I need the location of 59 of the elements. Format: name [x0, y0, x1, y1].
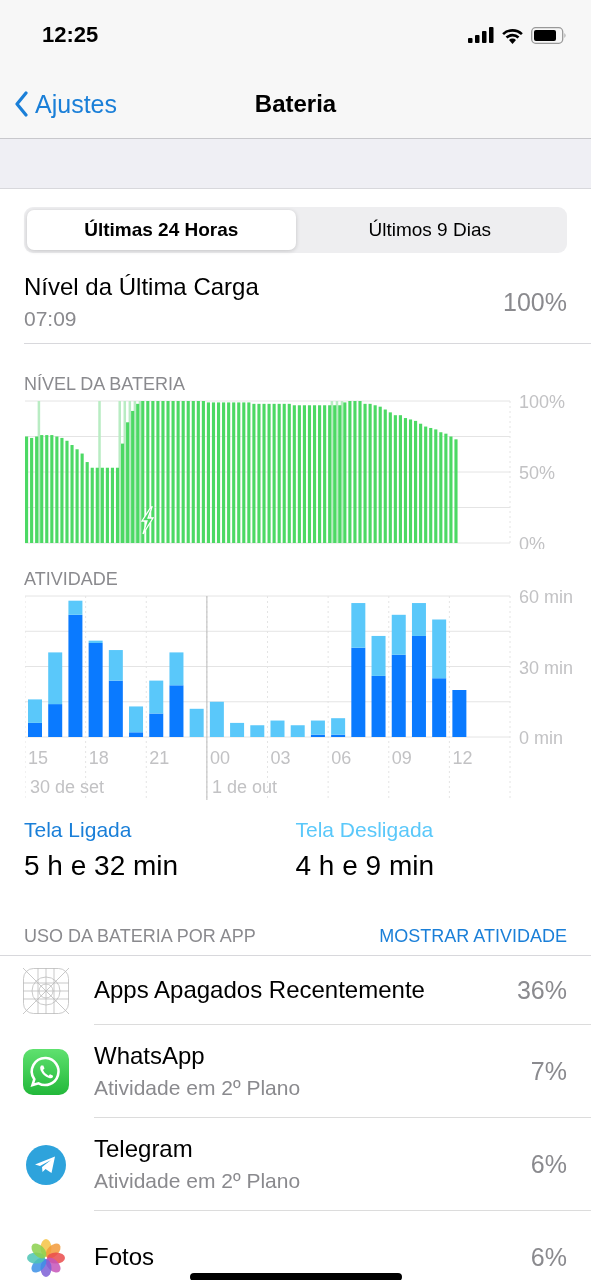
activity-bar: [270, 720, 285, 737]
signal-icon: [468, 27, 494, 43]
back-link[interactable]: Ajustes: [0, 89, 117, 119]
app-percent: 7%: [530, 1056, 567, 1086]
section-header: USO DA BATERIA POR APP: [24, 926, 256, 947]
summary-label: Tela Ligada: [24, 818, 133, 842]
app-name: Apps Apagados Recentemente: [94, 976, 425, 1004]
summary-label: Tela Desligada: [295, 818, 435, 842]
app-detail: Atividade em 2º Plano: [94, 1076, 301, 1100]
show-activity-link[interactable]: MOSTRAR ATIVIDADE: [379, 926, 567, 947]
activity-bar: [149, 713, 164, 737]
axis-label: 50%: [519, 463, 556, 483]
last-charge-label: Nível da Última Carga: [24, 273, 259, 301]
back-label[interactable]: Ajustes: [35, 89, 117, 119]
section-header: NÍVEL DA BATERIA: [23, 374, 187, 395]
chevron-left-icon: [14, 91, 29, 117]
wifi-icon: [501, 26, 524, 44]
segment-tab[interactable]: Últimas 24 Horas: [27, 210, 296, 250]
axis-label: 30 min: [519, 657, 574, 678]
date-label: 1 de out: [211, 777, 277, 797]
axis-label: 06: [331, 748, 352, 768]
app-name: Telegram: [94, 1135, 194, 1163]
axis-label: 12: [452, 748, 473, 768]
axis-label: 00: [209, 748, 230, 768]
date-label: 30 de set: [30, 777, 105, 797]
chat-bubble-icon: [23, 1048, 69, 1095]
axis-label: 09: [391, 748, 412, 768]
app-percent: 6%: [530, 1242, 567, 1272]
activity-bar: [290, 725, 305, 737]
segment-tab[interactable]: Últimos 9 Dias: [295, 210, 564, 250]
app-detail: Atividade em 2º Plano: [94, 1169, 301, 1193]
axis-label: 100%: [519, 392, 566, 412]
last-charge-value: 100%: [503, 287, 567, 317]
activity-bar: [432, 619, 447, 679]
activity-bar: [149, 680, 164, 714]
activity-bar: [250, 725, 265, 737]
activity-bar: [230, 722, 245, 737]
last-charge-time: 07:09: [24, 307, 78, 331]
app-name: WhatsApp: [94, 1042, 206, 1070]
app-percent: 36%: [516, 975, 567, 1005]
activity-bar: [432, 678, 447, 737]
axis-label: 15: [28, 748, 49, 768]
app-name: Fotos: [94, 1243, 155, 1271]
summary-value: 4 h e 9 min: [295, 850, 436, 882]
axis-label: 21: [149, 748, 170, 768]
axis-label: 03: [270, 748, 291, 768]
activity-bar: [209, 701, 224, 737]
charging-bolt-icon: [140, 506, 155, 535]
clock: 12:25: [42, 22, 99, 48]
app-grid-icon: [23, 967, 69, 1014]
activity-bar: [452, 690, 467, 737]
activity-bar: [189, 708, 204, 737]
app-percent: 6%: [530, 1149, 567, 1179]
axis-label: 0 min: [519, 728, 563, 748]
axis-label: 18: [88, 748, 109, 768]
page-title: Bateria: [254, 90, 337, 118]
section-header: ATIVIDADE: [23, 569, 119, 590]
axis-label: 60 min: [519, 587, 574, 607]
summary-value: 5 h e 32 min: [24, 850, 180, 882]
